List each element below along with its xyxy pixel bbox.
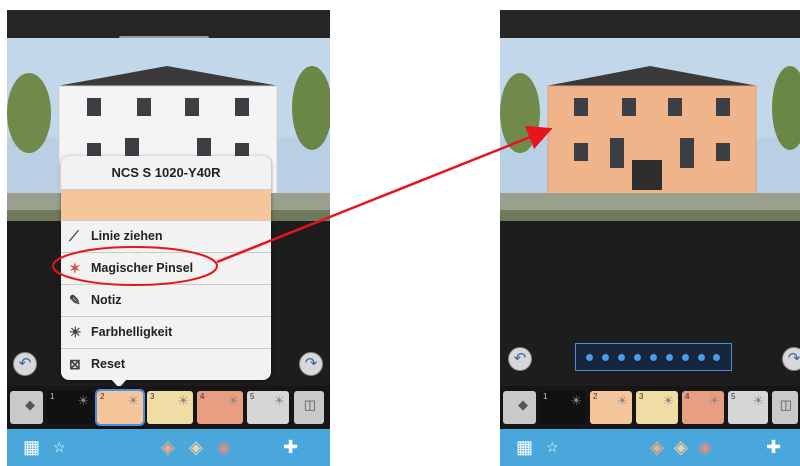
paint-bucket-icon[interactable]: ◈ (674, 437, 688, 458)
layout-tool-button[interactable]: ◫ (294, 391, 324, 424)
undo-icon: ↶ (18, 355, 32, 372)
brightness-icon: ☀ (662, 393, 674, 408)
undo-button[interactable]: ↶ (508, 347, 532, 371)
brightness-icon: ☀ (708, 393, 720, 408)
color-preview-swatch (61, 190, 271, 221)
redo-icon: ↷ (304, 355, 318, 372)
progress-dot (697, 353, 705, 361)
status-bar (7, 10, 330, 40)
redo-icon: ↷ (787, 350, 800, 367)
swatch-number: 3 (150, 392, 155, 401)
eraser-tool-button[interactable]: ◆ (10, 391, 43, 424)
add-color-icon[interactable]: ✚ (283, 437, 298, 458)
add-color-icon[interactable]: ✚ (766, 437, 781, 458)
color-context-menu: NCS S 1020-Y40R ⟋ Linie ziehen ✶ Magisch… (61, 156, 271, 388)
layout-icon: ◫ (303, 397, 316, 412)
brightness-icon: ☀ (752, 393, 764, 408)
color-swatch-1[interactable]: 1 ☀ (540, 391, 586, 424)
eraser-tool-button[interactable]: ◆ (503, 391, 536, 424)
color-swatch-strip: ◆ 1 ☀ 2 ☀ 3 ☀ 4 ☀ 5 ☀ ◫ (500, 386, 800, 429)
color-swatch-strip: ◆ 1 ☀ 2 ☀ 3 ☀ 4 ☀ 5 ☀ ◫ (7, 386, 330, 429)
color-table-icon[interactable]: ▦ (516, 437, 533, 458)
menu-item-label: Magischer Pinsel (91, 261, 194, 275)
menu-item-line-draw[interactable]: ⟋ Linie ziehen (61, 221, 271, 253)
progress-dot (665, 353, 673, 361)
menu-item-label: Notiz (91, 293, 122, 307)
swatch-number: 2 (100, 392, 105, 401)
swatch-number: 5 (250, 392, 255, 401)
swatch-number: 1 (543, 392, 548, 401)
progress-dot (586, 353, 594, 361)
favorite-star-icon[interactable]: ☆ (53, 439, 66, 456)
swatch-number: 2 (593, 392, 598, 401)
color-swatch-2[interactable]: 2 ☀ (590, 391, 632, 424)
brightness-icon: ☀ (77, 393, 89, 408)
menu-item-label: Reset (91, 357, 126, 371)
paint-bucket-icon[interactable]: ◈ (217, 437, 231, 458)
menu-item-reset[interactable]: ⊠ Reset (61, 349, 271, 380)
progress-dot (681, 353, 689, 361)
brightness-icon: ☀ (616, 393, 628, 408)
processing-progress-indicator (575, 343, 732, 371)
color-swatch-4[interactable]: 4 ☀ (197, 391, 243, 424)
swatch-number: 5 (731, 392, 736, 401)
brightness-icon: ☀ (127, 393, 139, 408)
color-swatch-2[interactable]: 2 ☀ (95, 389, 145, 426)
color-swatch-3[interactable]: 3 ☀ (636, 391, 678, 424)
brightness-icon: ☀ (69, 324, 82, 340)
house-photo-painted (500, 38, 800, 221)
right-phone-screen: ↶ ↷ ◆ 1 ☀ 2 ☀ 3 ☀ 4 ☀ 5 ☀ ◫ ▦ ☆ ◈ ◈ ◈ ✚ (500, 10, 800, 466)
status-bar (500, 10, 800, 36)
layout-icon: ◫ (779, 397, 792, 412)
brightness-icon: ☀ (570, 393, 582, 408)
paint-bucket-icon[interactable]: ◈ (698, 437, 712, 458)
menu-item-note[interactable]: ✎ Notiz (61, 285, 271, 317)
color-swatch-5[interactable]: 5 ☀ (247, 391, 289, 424)
favorite-star-icon[interactable]: ☆ (546, 439, 559, 456)
redo-button[interactable]: ↷ (782, 347, 800, 371)
brightness-icon: ☀ (227, 393, 239, 408)
reset-icon: ⊠ (69, 356, 81, 372)
redo-button[interactable]: ↷ (299, 352, 323, 376)
color-name: NCS S 1020-Y40R (61, 156, 271, 190)
progress-dot (618, 353, 626, 361)
progress-dot (602, 353, 610, 361)
line-draw-icon: ⟋ (69, 228, 79, 244)
color-swatch-5[interactable]: 5 ☀ (728, 391, 768, 424)
menu-item-label: Linie ziehen (91, 229, 163, 243)
undo-button[interactable]: ↶ (13, 352, 37, 376)
bottom-toolbar: ▦ ☆ ◈ ◈ ◈ ✚ (500, 429, 800, 466)
menu-item-magic-brush[interactable]: ✶ Magischer Pinsel (61, 253, 271, 285)
color-swatch-4[interactable]: 4 ☀ (682, 391, 724, 424)
swatch-number: 4 (685, 392, 690, 401)
paint-bucket-icon[interactable]: ◈ (189, 437, 203, 458)
menu-item-label: Farbhelligkeit (91, 325, 173, 339)
color-swatch-1[interactable]: 1 ☀ (47, 391, 93, 424)
color-table-icon[interactable]: ▦ (23, 437, 40, 458)
eraser-icon: ◆ (518, 397, 528, 412)
progress-dot (634, 353, 642, 361)
magic-brush-icon: ✶ (69, 260, 81, 276)
undo-icon: ↶ (513, 350, 527, 367)
swatch-number: 4 (200, 392, 205, 401)
progress-dot (649, 353, 657, 361)
brightness-icon: ☀ (177, 393, 189, 408)
layout-tool-button[interactable]: ◫ (772, 391, 798, 424)
paint-bucket-icon[interactable]: ◈ (650, 437, 664, 458)
brightness-icon: ☀ (273, 393, 285, 408)
swatch-number: 3 (639, 392, 644, 401)
paint-bucket-icon[interactable]: ◈ (161, 437, 175, 458)
bottom-toolbar: ▦ ☆ ◈ ◈ ◈ ✚ (7, 429, 330, 466)
color-swatch-3[interactable]: 3 ☀ (147, 391, 193, 424)
swatch-number: 1 (50, 392, 55, 401)
menu-item-brightness[interactable]: ☀ Farbhelligkeit (61, 317, 271, 349)
progress-dot (713, 353, 721, 361)
eraser-icon: ◆ (25, 397, 35, 412)
note-icon: ✎ (69, 292, 81, 308)
left-phone-screen: ↶ ↷ NCS S 1020-Y40R ⟋ Linie ziehen ✶ Mag… (7, 10, 330, 466)
